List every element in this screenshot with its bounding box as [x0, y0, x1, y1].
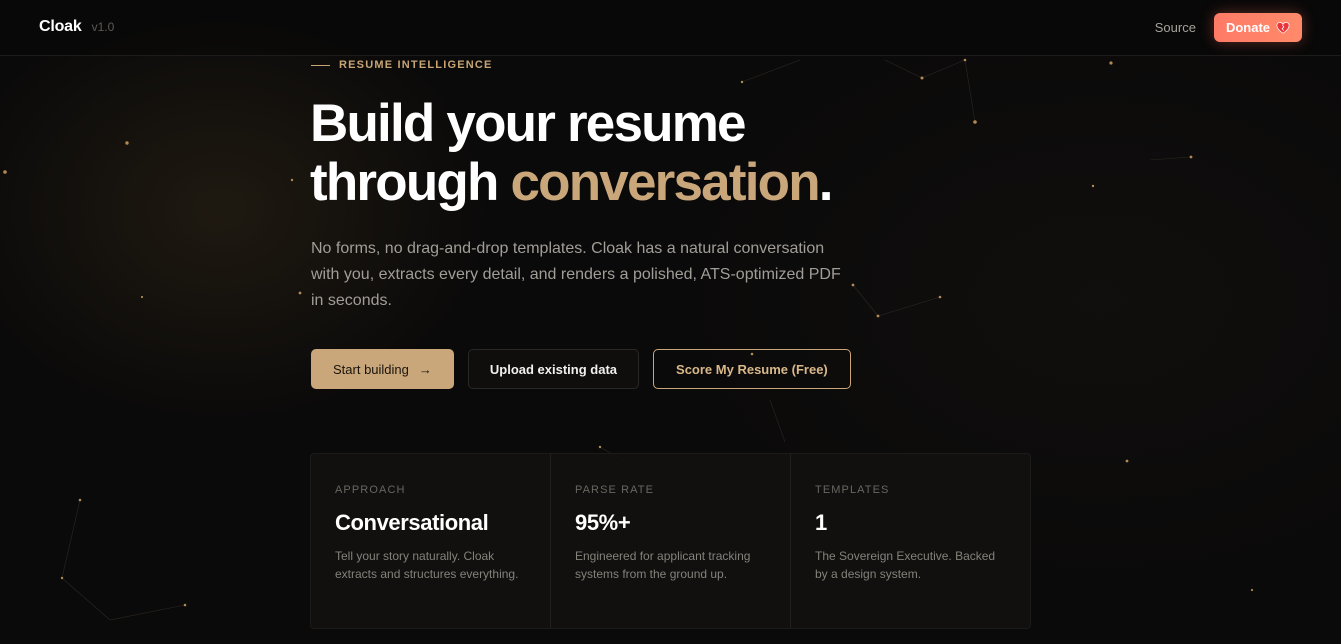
stats-panel: APPROACH Conversational Tell your story … [310, 453, 1031, 629]
eyebrow-text: RESUME INTELLIGENCE [339, 59, 493, 71]
hero-description: No forms, no drag-and-drop templates. Cl… [311, 240, 841, 309]
top-nav-bar: Cloak v1.0 Source Donate [0, 0, 1341, 56]
score-resume-button[interactable]: Score My Resume (Free) [653, 349, 851, 389]
stat-description: The Sovereign Executive. Backed by a des… [815, 549, 996, 581]
stat-label: TEMPLATES [815, 484, 890, 496]
headline-line-2-plain: through [310, 153, 511, 212]
stat-templates: TEMPLATES 1 The Sovereign Executive. Bac… [791, 454, 1030, 628]
upload-existing-data-button[interactable]: Upload existing data [467, 349, 640, 389]
donate-label: Donate [1225, 20, 1270, 35]
upload-label: Upload existing data [489, 361, 618, 377]
start-building-button[interactable]: Start building → [311, 349, 454, 389]
score-label: Score My Resume (Free) [676, 361, 828, 377]
headline-period: . [818, 153, 834, 212]
eyebrow: RESUME INTELLIGENCE [311, 59, 493, 71]
version-label: v1.0 [91, 20, 115, 34]
nav-right: Source Donate [1155, 13, 1302, 42]
brand[interactable]: Cloak v1.0 [39, 18, 114, 36]
hero-actions: Start building → Upload existing data Sc… [311, 349, 851, 389]
start-building-label: Start building [333, 361, 409, 377]
stat-value: 1 [815, 510, 827, 535]
stat-label: APPROACH [335, 484, 406, 496]
stat-parse-rate: PARSE RATE 95%+ Engineered for applicant… [551, 454, 791, 628]
brand-name: Cloak [39, 18, 82, 35]
headline-line-1: Build your resume [310, 94, 747, 153]
source-link[interactable]: Source [1155, 20, 1196, 35]
stat-approach: APPROACH Conversational Tell your story … [311, 454, 551, 628]
eyebrow-rule [311, 64, 330, 66]
heart-icon [1276, 21, 1290, 34]
arrow-right-icon: → [418, 361, 432, 377]
headline-accent-word: conversation [510, 153, 820, 212]
stat-description: Engineered for applicant tracking system… [575, 549, 751, 581]
stat-label: PARSE RATE [575, 484, 655, 496]
donate-button[interactable]: Donate [1213, 13, 1302, 42]
stat-description: Tell your story naturally. Cloak extract… [335, 549, 519, 581]
stat-value: Conversational [335, 510, 489, 535]
stat-value: 95%+ [575, 510, 631, 535]
hero-headline: Build your resume through conversation. [310, 94, 1010, 212]
